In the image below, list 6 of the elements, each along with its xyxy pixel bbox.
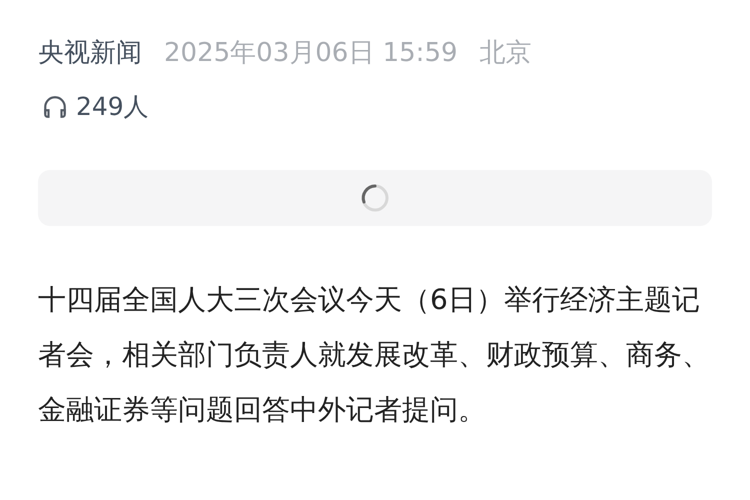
listener-count: 249人 [76, 91, 149, 123]
source-name[interactable]: 央视新闻 [38, 34, 142, 72]
headphones-icon [42, 94, 68, 120]
publish-time: 2025年03月06日 15:59 [164, 37, 458, 70]
article-paragraph: 十四届全国人大三次会议今天（6日）举行经济主题记者会，相关部门负责人就发展改革、财政预算、商务、金融证券等问题回答中外记者提问。 [38, 282, 711, 428]
location: 北京 [480, 37, 532, 70]
